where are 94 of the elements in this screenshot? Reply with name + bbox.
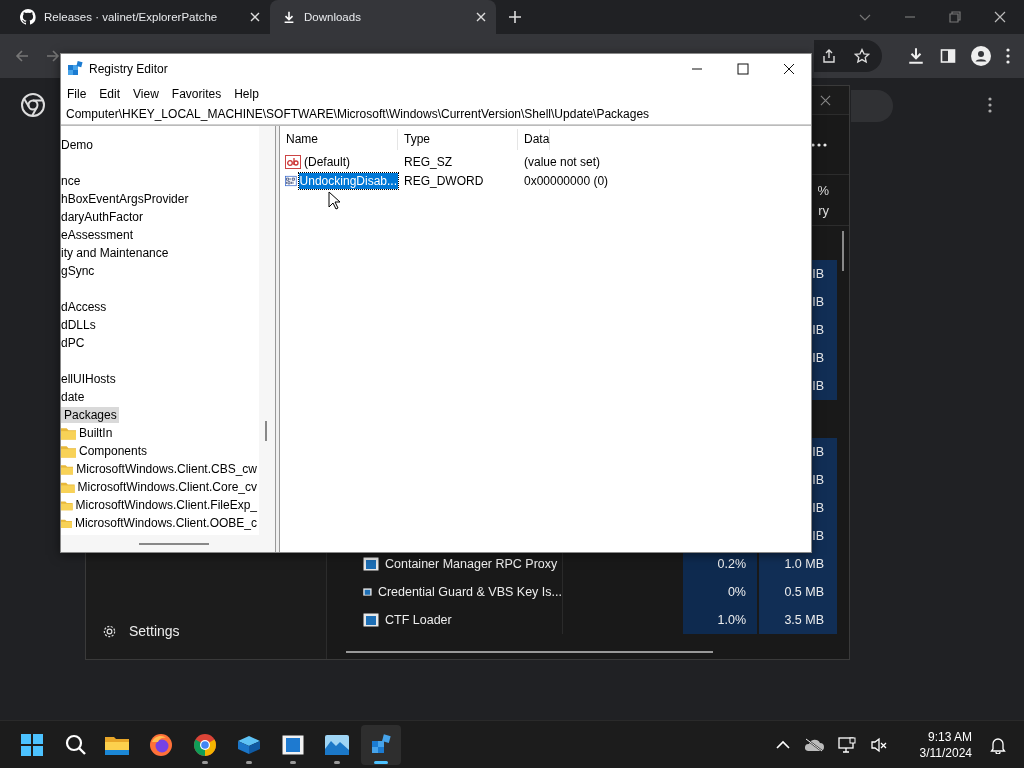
download-icon	[282, 10, 296, 24]
profile-icon[interactable]	[971, 46, 991, 66]
tree-item[interactable]: date	[61, 389, 87, 405]
cpu-cell: 1.0%	[683, 606, 757, 634]
tree-item[interactable]: nce	[61, 173, 83, 189]
tree-item[interactable]: Components	[79, 443, 150, 459]
process-name: CTF Loader	[385, 613, 452, 627]
menu-icon[interactable]	[1006, 48, 1010, 64]
settings-nav-item[interactable]: Settings	[86, 619, 326, 643]
clock-time[interactable]: 9:13 AM	[927, 728, 972, 745]
process-icon	[363, 557, 379, 571]
tree-item[interactable]: MicrosoftWindows.Client.OOBE_c	[74, 515, 259, 531]
tree-item[interactable]: eAssessment	[61, 227, 136, 243]
github-icon	[20, 9, 36, 25]
folder-icon	[61, 444, 76, 458]
new-tab-icon[interactable]	[508, 10, 522, 24]
mouse-cursor-icon	[328, 191, 340, 210]
tree-item[interactable]: ellUIHosts	[61, 371, 118, 387]
value-type: REG_SZ	[403, 154, 453, 169]
close-icon[interactable]	[783, 62, 795, 75]
tree-item[interactable]: BuiltIn	[79, 425, 115, 441]
menu-item[interactable]: File	[67, 86, 87, 101]
restore-icon[interactable]	[949, 11, 961, 23]
network-disconnected-icon[interactable]	[803, 737, 824, 752]
scrollbar-thumb[interactable]	[346, 651, 713, 653]
process-name: Container Manager RPC Proxy	[385, 557, 558, 571]
menu-item[interactable]: Favorites	[171, 86, 222, 101]
maximize-icon[interactable]	[737, 62, 749, 75]
settings-icon	[102, 623, 117, 639]
scrollbar-thumb[interactable]	[265, 421, 267, 441]
star-icon[interactable]	[854, 48, 870, 64]
nav-label: Settings	[129, 623, 180, 639]
tree-item[interactable]: MicrosoftWindows.Client.CBS_cw	[76, 461, 259, 477]
scrollbar-thumb[interactable]	[139, 543, 209, 545]
process-icon	[363, 585, 372, 599]
monitor-icon[interactable]	[837, 736, 856, 753]
close-icon[interactable]	[994, 11, 1006, 23]
value-name[interactable]: (Default)	[303, 153, 351, 170]
search-field[interactable]	[851, 90, 893, 122]
binary-value-icon	[285, 173, 297, 188]
window-title: Registry Editor	[89, 61, 169, 76]
tree-item[interactable]: Demo	[61, 137, 95, 153]
tree-item[interactable]: dAccess	[61, 299, 109, 315]
registry-icon	[67, 60, 83, 77]
tree-item[interactable]: daryAuthFactor	[61, 209, 146, 225]
registry-icon[interactable]	[361, 724, 401, 765]
value-type: REG_DWORD	[403, 173, 485, 188]
memory-cell: 1.0 MB	[759, 550, 837, 578]
menu-item[interactable]: View	[133, 86, 159, 101]
tree-item[interactable]: dDLLs	[61, 317, 98, 333]
tree-item[interactable]: MicrosoftWindows.Client.FileExp_	[75, 497, 259, 513]
folder-icon	[61, 462, 74, 476]
back-icon[interactable]	[14, 48, 30, 64]
column-header[interactable]: Name	[280, 129, 398, 150]
download-icon[interactable]	[907, 47, 925, 65]
clock-date[interactable]: 3/11/2024	[919, 744, 972, 761]
menu-item[interactable]: Help	[234, 86, 259, 101]
value-name[interactable]: UndockingDisab...	[298, 172, 398, 189]
chevron-up-icon[interactable]	[775, 739, 790, 750]
string-value-icon	[285, 154, 301, 169]
column-header[interactable]: ry	[818, 202, 829, 218]
scrollbar-thumb[interactable]	[842, 231, 844, 271]
search-icon[interactable]	[65, 733, 87, 756]
address-bar[interactable]	[814, 40, 882, 72]
address-field[interactable]: Computer\HKEY_LOCAL_MACHINE\SOFTWARE\Microsoft\Windows\CurrentVersion\Shell\Update\Packages	[61, 104, 811, 125]
forward-icon[interactable]	[45, 48, 61, 64]
memory-cell: 0.5 MB	[759, 578, 837, 606]
start-icon[interactable]	[21, 733, 43, 756]
tree-item[interactable]: hBoxEventArgsProvider	[61, 191, 191, 207]
notification-bell-icon[interactable]	[990, 735, 1006, 754]
process-icon	[363, 613, 379, 627]
value-data: 0x00000000 (0)	[523, 173, 609, 188]
cpu-cell: 0%	[683, 578, 757, 606]
tree-item[interactable]: MicrosoftWindows.Client.Core_cv	[77, 479, 259, 495]
process-name: Credential Guard & VBS Key Is...	[377, 585, 562, 599]
memory-cell: 3.5 MB	[759, 606, 837, 634]
browser-tab[interactable]: Releases · valinet/ExplorerPatche	[8, 0, 270, 34]
value-data: (value not set)	[523, 154, 601, 169]
tree-item[interactable]: gSync	[61, 263, 97, 279]
menu-icon[interactable]	[988, 97, 992, 113]
chrome-logo-icon	[21, 93, 45, 117]
tree-item[interactable]: ity and Maintenance	[61, 245, 171, 261]
column-header[interactable]: %	[817, 182, 829, 198]
share-icon[interactable]	[821, 48, 837, 64]
speaker-muted-icon[interactable]	[869, 736, 888, 753]
column-header[interactable]: Data	[518, 129, 551, 150]
column-header[interactable]: Type	[398, 129, 518, 150]
folder-icon	[61, 480, 75, 494]
folder-icon	[61, 426, 76, 440]
tree-item[interactable]: Packages	[61, 407, 119, 423]
browser-tab[interactable]: Downloads	[270, 0, 496, 34]
side-panel-icon[interactable]	[940, 48, 956, 64]
tree-item[interactable]: dPC	[61, 335, 87, 351]
menu-item[interactable]: Edit	[99, 86, 121, 101]
